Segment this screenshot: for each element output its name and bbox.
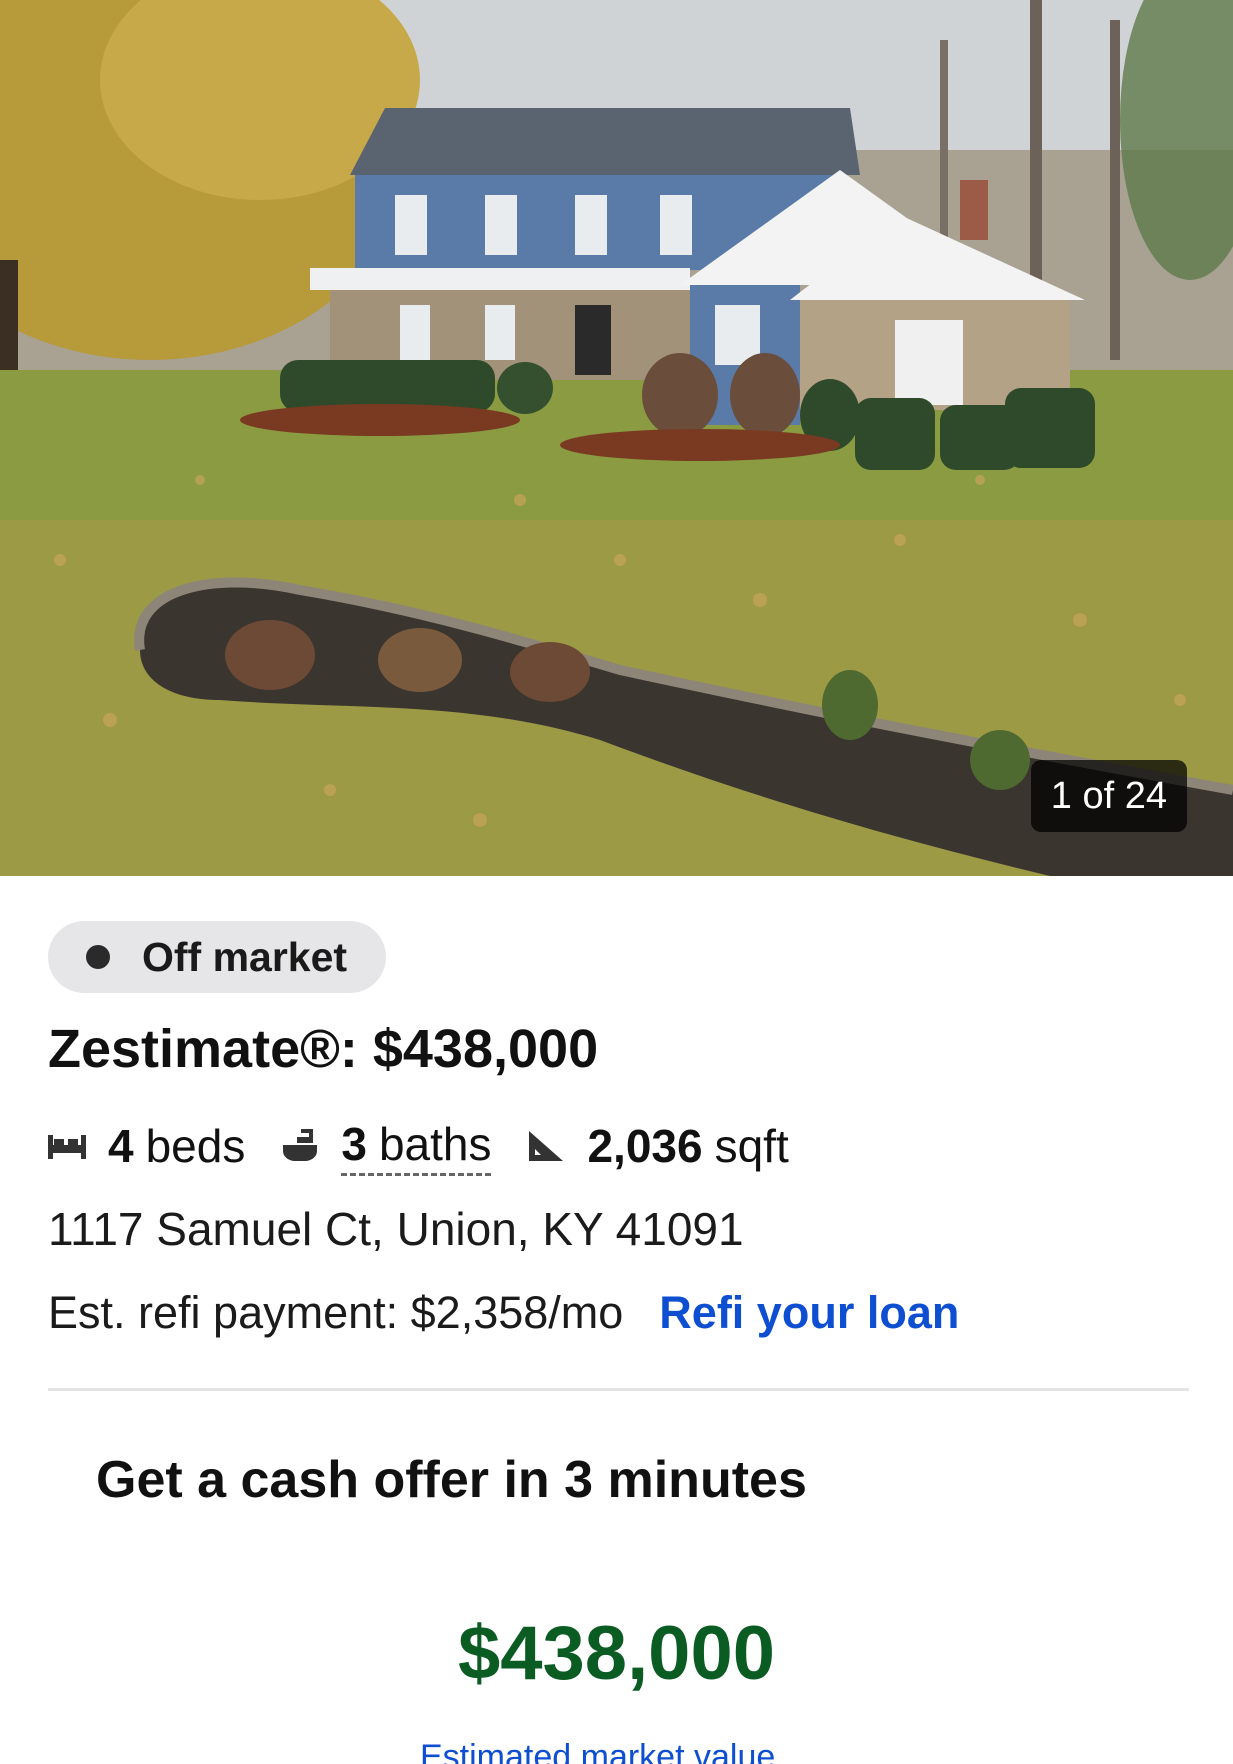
cash-offer-value: $438,000 bbox=[458, 1611, 775, 1696]
status-dot-icon bbox=[86, 945, 110, 969]
bed-icon bbox=[48, 1135, 86, 1159]
beds-label: beds bbox=[145, 1120, 246, 1172]
baths-label: baths bbox=[378, 1117, 492, 1170]
property-address: 1117 Samuel Ct, Union, KY 41091 bbox=[48, 1203, 744, 1255]
refi-row: Est. refi payment: $2,358/mo Refi your l… bbox=[48, 1287, 959, 1339]
photo-counter: 1 of 24 bbox=[1030, 760, 1187, 832]
status-label: Off market bbox=[142, 933, 348, 980]
baths-text: 3 baths bbox=[341, 1117, 492, 1176]
property-photo[interactable]: 1 of 24 bbox=[0, 0, 1233, 876]
refi-loan-link[interactable]: Refi your loan bbox=[659, 1287, 959, 1339]
beds-fact: 4 beds bbox=[48, 1119, 245, 1173]
estimated-market-value-link[interactable]: Estimated market value bbox=[420, 1738, 775, 1764]
section-divider bbox=[48, 1388, 1189, 1391]
refi-payment-text: Est. refi payment: $2,358/mo bbox=[48, 1287, 624, 1338]
beds-value: 4 bbox=[108, 1120, 134, 1172]
home-facts: 4 beds 3 baths 2,036 sqft bbox=[48, 1116, 825, 1176]
baths-value: 3 bbox=[341, 1117, 367, 1170]
cash-offer-title: Get a cash offer in 3 minutes bbox=[96, 1451, 807, 1509]
sqft-label: sqft bbox=[714, 1120, 789, 1172]
sqft-value: 2,036 bbox=[587, 1120, 703, 1172]
house-photo-image bbox=[0, 0, 1233, 876]
zestimate-price: Zestimate®: $438,000 bbox=[48, 1019, 599, 1079]
sqft-fact: 2,036 sqft bbox=[527, 1119, 789, 1173]
bath-icon bbox=[283, 1129, 318, 1161]
status-badge: Off market bbox=[48, 921, 386, 993]
ruler-icon bbox=[529, 1131, 564, 1161]
baths-fact[interactable]: 3 baths bbox=[281, 1117, 492, 1176]
